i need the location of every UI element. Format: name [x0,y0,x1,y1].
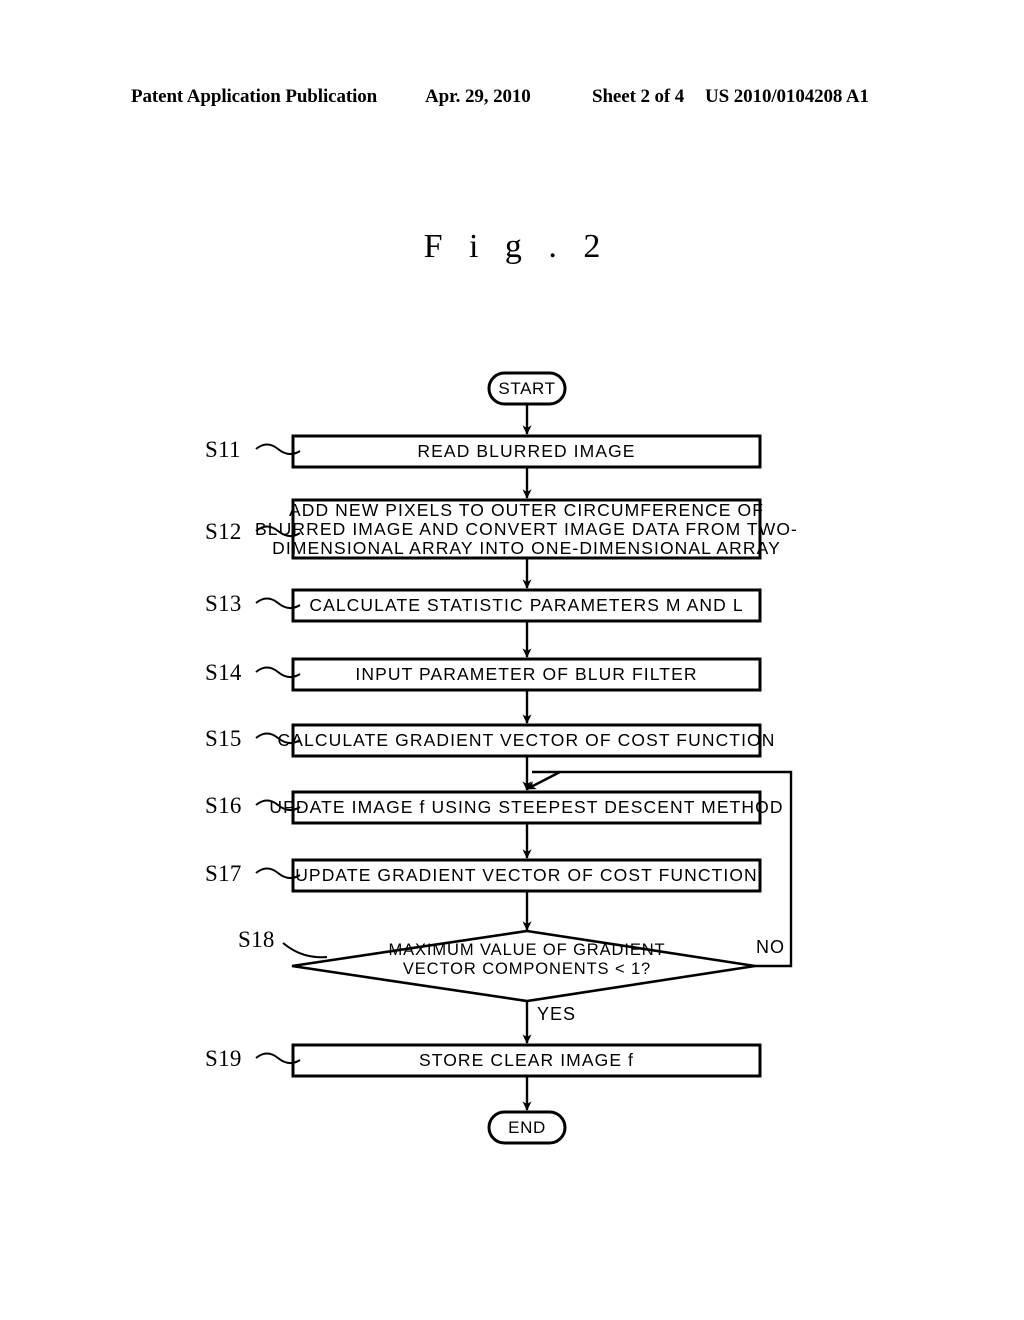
step-ref-s11: S11 [205,437,241,462]
step-ref-s12: S12 [205,519,242,544]
s12-line-1: ADD NEW PIXELS TO OUTER CIRCUMFERENCE OF [288,499,765,520]
start-terminal-label: START [498,379,556,398]
s19-box-label: STORE CLEAR IMAGE f [418,1050,635,1070]
step-ref-s17: S17 [205,861,242,886]
step-ref-s13: S13 [205,591,242,616]
s12-box-label: ADD NEW PIXELS TO OUTER CIRCUMFERENCE OF… [255,500,797,558]
end-terminal-label: END [508,1118,546,1137]
step-ref-s19: S19 [205,1046,242,1071]
branch-label-yes: YES [537,1004,577,1024]
s15-box-label: CALCULATE GRADIENT VECTOR OF COST FUNCTI… [277,730,776,750]
s17-box-label: UPDATE GRADIENT VECTOR OF COST FUNCTION [295,865,758,885]
s12-line-2: BLURRED IMAGE AND CONVERT IMAGE DATA FRO… [255,518,798,539]
s14-box-label: INPUT PARAMETER OF BLUR FILTER [355,664,698,684]
flowchart-diagram: START READ BLURRED IMAGE ADD NEW PIXELS … [0,0,1024,1320]
step-ref-s14: S14 [205,660,242,685]
s11-box-label: READ BLURRED IMAGE [417,441,636,461]
step-ref-s16: S16 [205,793,242,818]
s16-box-label: UPDATE IMAGE f USING STEEPEST DESCENT ME… [269,797,784,817]
s18-line-1: MAXIMUM VALUE OF GRADIENT [388,941,666,959]
step-ref-s15: S15 [205,726,242,751]
feedback-arrow-into-s16 [526,770,561,791]
s12-line-3: DIMENSIONAL ARRAY INTO ONE-DIMENSIONAL A… [272,537,781,558]
s18-line-2: VECTOR COMPONENTS < 1? [402,960,652,978]
step-ref-s18: S18 [238,927,275,952]
leader-line-s18 [282,942,328,959]
s13-box-label: CALCULATE STATISTIC PARAMETERS M AND L [309,595,744,615]
branch-label-no: NO [756,937,785,957]
s18-decision-label: MAXIMUM VALUE OF GRADIENT VECTOR COMPONE… [340,940,714,980]
